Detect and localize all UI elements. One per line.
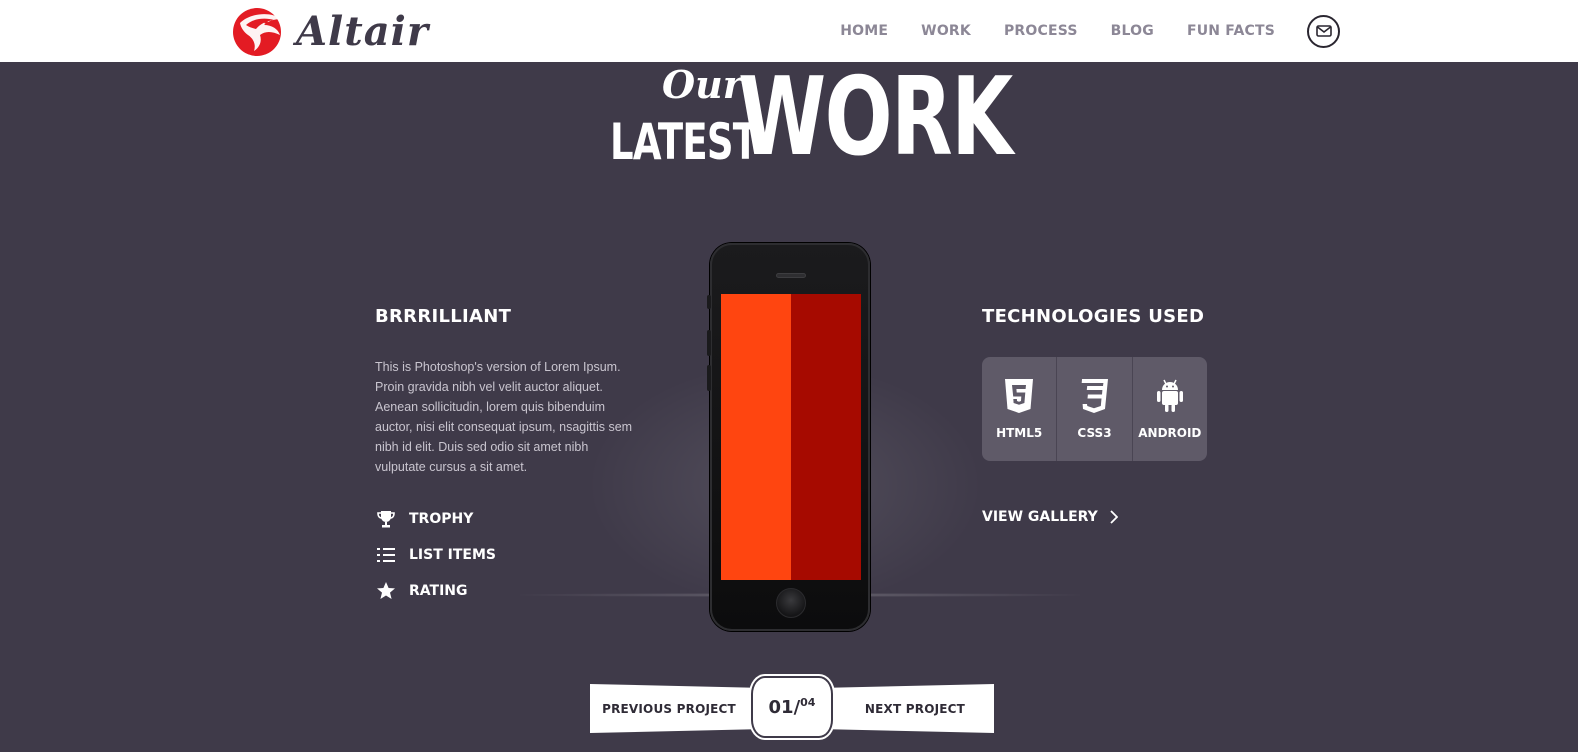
project-pager: PREVIOUS PROJECT NEXT PROJECT 01/ 04 bbox=[590, 676, 994, 738]
phone-side-button bbox=[707, 295, 711, 309]
envelope-icon bbox=[1315, 25, 1332, 37]
previous-project-label: PREVIOUS PROJECT bbox=[602, 701, 736, 716]
project-description: This is Photoshop's version of Lorem Ips… bbox=[375, 360, 633, 474]
feature-trophy[interactable]: TROPHY bbox=[375, 507, 645, 531]
title-work: WORK bbox=[738, 55, 1013, 180]
nav-process[interactable]: PROCESS bbox=[1004, 23, 1078, 39]
feature-label: LIST ITEMS bbox=[409, 547, 496, 563]
main-nav: HOME WORK PROCESS BLOG FUN FACTS bbox=[840, 0, 1340, 62]
view-gallery-label: VIEW GALLERY bbox=[982, 509, 1098, 525]
css3-icon bbox=[1082, 379, 1109, 413]
next-project-button[interactable]: NEXT PROJECT bbox=[824, 684, 994, 733]
project-info: BRRRILLIANT This is Photoshop's version … bbox=[375, 300, 645, 603]
project-title: BRRRILLIANT bbox=[375, 306, 512, 327]
tech-android: ANDROID bbox=[1131, 357, 1207, 461]
project-counter: 01/ 04 bbox=[751, 676, 833, 738]
nav-work[interactable]: WORK bbox=[921, 23, 971, 39]
site-header: Altair HOME WORK PROCESS BLOG FUN FACTS bbox=[0, 0, 1578, 62]
contact-button[interactable] bbox=[1307, 14, 1340, 48]
feature-rating[interactable]: RATING bbox=[375, 579, 645, 603]
phone-side-button bbox=[707, 330, 711, 356]
total-projects-number: 04 bbox=[800, 695, 816, 709]
feature-label: TROPHY bbox=[409, 511, 474, 527]
previous-project-button[interactable]: PREVIOUS PROJECT bbox=[590, 684, 760, 733]
tech-html5: HTML5 bbox=[982, 357, 1056, 461]
view-gallery-link[interactable]: VIEW GALLERY bbox=[982, 509, 1222, 525]
nav-fun-facts[interactable]: FUN FACTS bbox=[1187, 23, 1275, 39]
chevron-right-icon bbox=[1110, 510, 1118, 524]
tech-label: CSS3 bbox=[1077, 426, 1112, 440]
tech-label: ANDROID bbox=[1138, 426, 1202, 440]
android-icon bbox=[1156, 379, 1183, 412]
eagle-logo-icon bbox=[233, 8, 282, 56]
section-title: Our LATEST WORK bbox=[0, 62, 1578, 172]
logo[interactable]: Altair bbox=[232, 5, 429, 57]
phone-screen[interactable] bbox=[721, 294, 861, 580]
list-icon bbox=[375, 544, 397, 566]
tech-css3: CSS3 bbox=[1056, 357, 1131, 461]
feature-label: RATING bbox=[409, 583, 468, 599]
phone-speaker bbox=[776, 273, 806, 278]
technologies-section: TECHNOLOGIES USED HTML5 CSS3 ANDROID VIE… bbox=[982, 300, 1222, 525]
tech-label: HTML5 bbox=[996, 426, 1043, 440]
phone-mockup bbox=[707, 243, 870, 631]
technologies-box: HTML5 CSS3 ANDROID bbox=[982, 357, 1207, 461]
title-our: Our bbox=[662, 62, 743, 107]
current-project-number: 01/ bbox=[768, 696, 801, 718]
nav-blog[interactable]: BLOG bbox=[1111, 23, 1154, 39]
star-icon bbox=[375, 580, 397, 602]
logo-text: Altair bbox=[296, 7, 429, 55]
feature-list-items[interactable]: LIST ITEMS bbox=[375, 543, 645, 567]
technologies-title: TECHNOLOGIES USED bbox=[982, 306, 1205, 327]
screen-panel-orange bbox=[721, 294, 791, 580]
html5-icon bbox=[1005, 379, 1034, 413]
next-project-label: NEXT PROJECT bbox=[864, 701, 966, 716]
phone-side-button bbox=[707, 365, 711, 391]
phone-home-button bbox=[776, 588, 806, 618]
screen-panel-red bbox=[791, 294, 861, 580]
title-latest: LATEST bbox=[610, 113, 758, 171]
nav-home[interactable]: HOME bbox=[840, 23, 888, 39]
trophy-icon bbox=[375, 508, 397, 530]
